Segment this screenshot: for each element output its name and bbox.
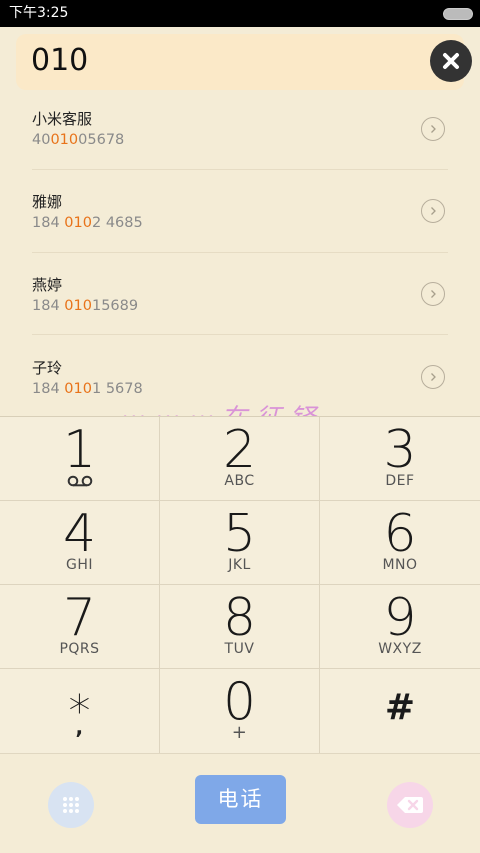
voicemail-icon bbox=[67, 475, 93, 487]
key-digit: 3 bbox=[383, 420, 417, 480]
key-digit: 7 bbox=[62, 588, 97, 648]
key-star[interactable]: * , bbox=[0, 669, 160, 754]
key-5[interactable]: 5 JKL bbox=[160, 501, 320, 585]
search-input[interactable]: 010 bbox=[31, 42, 88, 80]
status-time: 下午3:25 bbox=[9, 5, 69, 21]
contact-number: 184 0101 5678 bbox=[32, 381, 143, 397]
key-letters: JKL bbox=[228, 557, 251, 573]
key-digit: 1 bbox=[62, 420, 97, 480]
close-icon bbox=[443, 53, 459, 69]
key-letters: MNO bbox=[382, 557, 418, 573]
status-bar: 下午3:25 bbox=[0, 0, 480, 27]
key-8[interactable]: 8 TUV bbox=[160, 585, 320, 669]
key-9[interactable]: 9 WXYZ bbox=[320, 585, 480, 669]
key-letters: GHI bbox=[65, 557, 93, 573]
key-digit: 6 bbox=[383, 504, 417, 564]
key-1[interactable]: 1 bbox=[0, 417, 160, 501]
key-digit: 5 bbox=[222, 504, 257, 564]
key-digit: 9 bbox=[383, 588, 417, 648]
dialer-screen: 下午3:25 010 小米客服 4001005678 雅娜 184 0102 4… bbox=[0, 0, 480, 853]
key-letters: , bbox=[75, 715, 84, 739]
divider bbox=[32, 252, 448, 253]
key-hash[interactable]: # bbox=[320, 669, 480, 754]
list-item[interactable]: 雅娜 184 0102 4685 bbox=[0, 183, 480, 266]
key-4[interactable]: 4 GHI bbox=[0, 501, 160, 585]
divider bbox=[32, 169, 448, 170]
battery-icon bbox=[443, 8, 473, 20]
clear-button[interactable] bbox=[430, 40, 472, 82]
call-button[interactable]: 电话 bbox=[195, 775, 286, 824]
key-digit: # bbox=[384, 687, 416, 728]
key-2[interactable]: 2 ABC bbox=[160, 417, 320, 501]
dialpad-icon bbox=[63, 797, 79, 813]
key-letters: TUV bbox=[224, 641, 255, 657]
key-letters: WXYZ bbox=[378, 641, 422, 657]
key-6[interactable]: 6 MNO bbox=[320, 501, 480, 585]
keypad: 1 2 ABC 3 DEF 4 GHI 5 JKL 6 MNO 7 PQRS 8… bbox=[0, 416, 480, 754]
key-digit: 8 bbox=[222, 588, 257, 648]
list-item[interactable]: 燕婷 184 01015689 bbox=[0, 266, 480, 349]
dialpad-toggle-button[interactable] bbox=[48, 782, 94, 828]
key-digit: 4 bbox=[62, 504, 97, 564]
divider bbox=[32, 334, 448, 335]
contact-name: 子玲 bbox=[32, 359, 63, 377]
contact-number: 184 01015689 bbox=[32, 298, 139, 314]
key-letters: + bbox=[231, 722, 248, 743]
key-7[interactable]: 7 PQRS bbox=[0, 585, 160, 669]
key-letters: ABC bbox=[224, 473, 255, 489]
chevron-right-icon[interactable] bbox=[421, 117, 445, 141]
delete-button[interactable] bbox=[387, 782, 433, 828]
list-item[interactable]: 小米客服 4001005678 bbox=[0, 100, 480, 183]
chevron-right-icon[interactable] bbox=[421, 199, 445, 223]
chevron-right-icon[interactable] bbox=[421, 365, 445, 389]
backspace-icon bbox=[397, 797, 423, 813]
contact-name: 燕婷 bbox=[32, 276, 63, 294]
key-digit: 2 bbox=[222, 420, 257, 480]
contact-number: 184 0102 4685 bbox=[32, 215, 143, 231]
key-3[interactable]: 3 DEF bbox=[320, 417, 480, 501]
contact-name: 小米客服 bbox=[32, 110, 93, 128]
key-letters: PQRS bbox=[59, 641, 100, 657]
contact-number: 4001005678 bbox=[32, 132, 125, 148]
chevron-right-icon[interactable] bbox=[421, 282, 445, 306]
key-letters: DEF bbox=[385, 473, 415, 489]
key-0[interactable]: 0 + bbox=[160, 669, 320, 754]
contact-name: 雅娜 bbox=[32, 193, 63, 211]
